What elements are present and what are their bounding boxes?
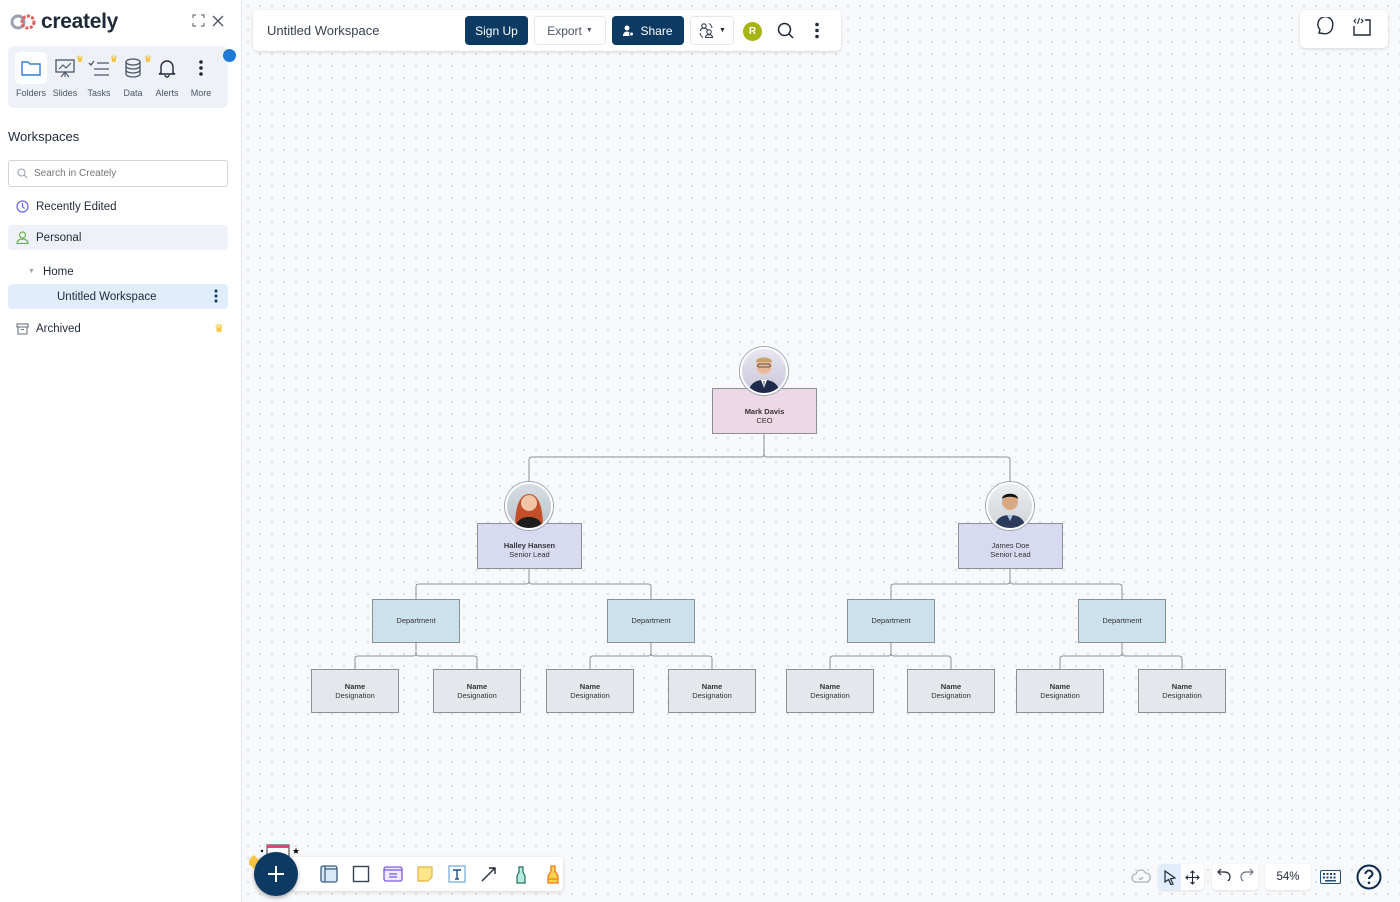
node-name: Department <box>1102 616 1142 626</box>
highlighter-tool-icon[interactable] <box>542 863 563 885</box>
org-node-employee[interactable]: Name Designation <box>1016 669 1104 713</box>
history-group <box>1212 864 1258 890</box>
ceo-photo <box>740 347 788 395</box>
pan-tool-icon[interactable] <box>1181 869 1204 885</box>
org-node-department[interactable]: Department <box>1078 599 1166 643</box>
node-name: Name <box>940 681 962 691</box>
shapes-toolbar <box>292 857 563 891</box>
connector <box>890 652 952 669</box>
org-chart-connectors <box>354 434 1183 669</box>
connector <box>415 569 530 599</box>
org-node-employee[interactable]: Name Designation <box>1138 669 1226 713</box>
connector <box>415 652 478 669</box>
node-name: Department <box>396 616 436 626</box>
connector <box>589 643 652 669</box>
node-name: Name <box>1049 681 1071 691</box>
connector <box>354 643 417 669</box>
node-title: Designation <box>1040 691 1080 700</box>
card-tool-icon[interactable] <box>383 863 404 885</box>
panel-tool-icon[interactable] <box>319 863 340 885</box>
node-name: Halley Hansen <box>503 540 556 550</box>
connector <box>1059 643 1123 669</box>
connector-arrow-tool-icon[interactable] <box>478 863 499 885</box>
lead-photo <box>986 482 1034 530</box>
add-shape-button[interactable] <box>254 852 298 896</box>
node-name: James Doe <box>991 540 1030 550</box>
plus-icon <box>268 866 284 882</box>
node-title: Designation <box>335 691 375 700</box>
lead-photo <box>505 482 553 530</box>
connector <box>829 643 892 669</box>
text-tool-icon[interactable] <box>446 863 467 885</box>
org-node-employee[interactable]: Name Designation <box>786 669 874 713</box>
zoom-level-control[interactable]: 54% <box>1265 864 1311 890</box>
node-title: Designation <box>457 691 497 700</box>
node-name: Department <box>871 616 911 626</box>
node-name: Department <box>631 616 671 626</box>
node-name: Name <box>344 681 366 691</box>
redo-icon[interactable] <box>1239 868 1254 886</box>
help-icon[interactable] <box>1356 864 1382 895</box>
org-node-employee[interactable]: Name Designation <box>668 669 756 713</box>
node-name: Name <box>466 681 488 691</box>
rectangle-tool-icon[interactable] <box>351 863 372 885</box>
node-title: Senior Lead <box>509 550 550 559</box>
connector <box>890 569 1011 599</box>
connector <box>650 652 713 669</box>
sticky-note-tool-icon[interactable] <box>415 863 436 885</box>
zoom-level: 54% <box>1276 871 1300 883</box>
connector <box>528 580 652 599</box>
node-title: Designation <box>1162 691 1202 700</box>
connector <box>528 434 765 482</box>
keyboard-shortcuts-icon[interactable] <box>1320 870 1341 889</box>
node-title: CEO <box>756 416 773 425</box>
org-node-department[interactable]: Department <box>847 599 935 643</box>
node-name: Mark Davis <box>744 406 785 416</box>
cloud-saved-icon <box>1131 869 1151 888</box>
org-node-employee[interactable]: Name Designation <box>907 669 995 713</box>
org-node-department[interactable]: Department <box>607 599 695 643</box>
undo-icon[interactable] <box>1216 868 1231 886</box>
connector <box>1009 580 1123 599</box>
connector <box>1121 652 1183 669</box>
connector <box>763 453 1011 482</box>
pen-tool-icon[interactable] <box>510 863 531 885</box>
node-name: Name <box>701 681 723 691</box>
node-name: Name <box>1171 681 1193 691</box>
select-tool-icon[interactable] <box>1158 864 1181 890</box>
org-node-employee[interactable]: Name Designation <box>546 669 634 713</box>
org-node-department[interactable]: Department <box>372 599 460 643</box>
node-title: Designation <box>931 691 971 700</box>
node-title: Senior Lead <box>990 550 1031 559</box>
cursor-mode-group <box>1158 864 1204 890</box>
node-title: Designation <box>570 691 610 700</box>
node-name: Name <box>819 681 841 691</box>
node-name: Name <box>579 681 601 691</box>
org-node-employee[interactable]: Name Designation <box>311 669 399 713</box>
node-title: Designation <box>810 691 850 700</box>
org-node-employee[interactable]: Name Designation <box>433 669 521 713</box>
node-title: Designation <box>692 691 732 700</box>
